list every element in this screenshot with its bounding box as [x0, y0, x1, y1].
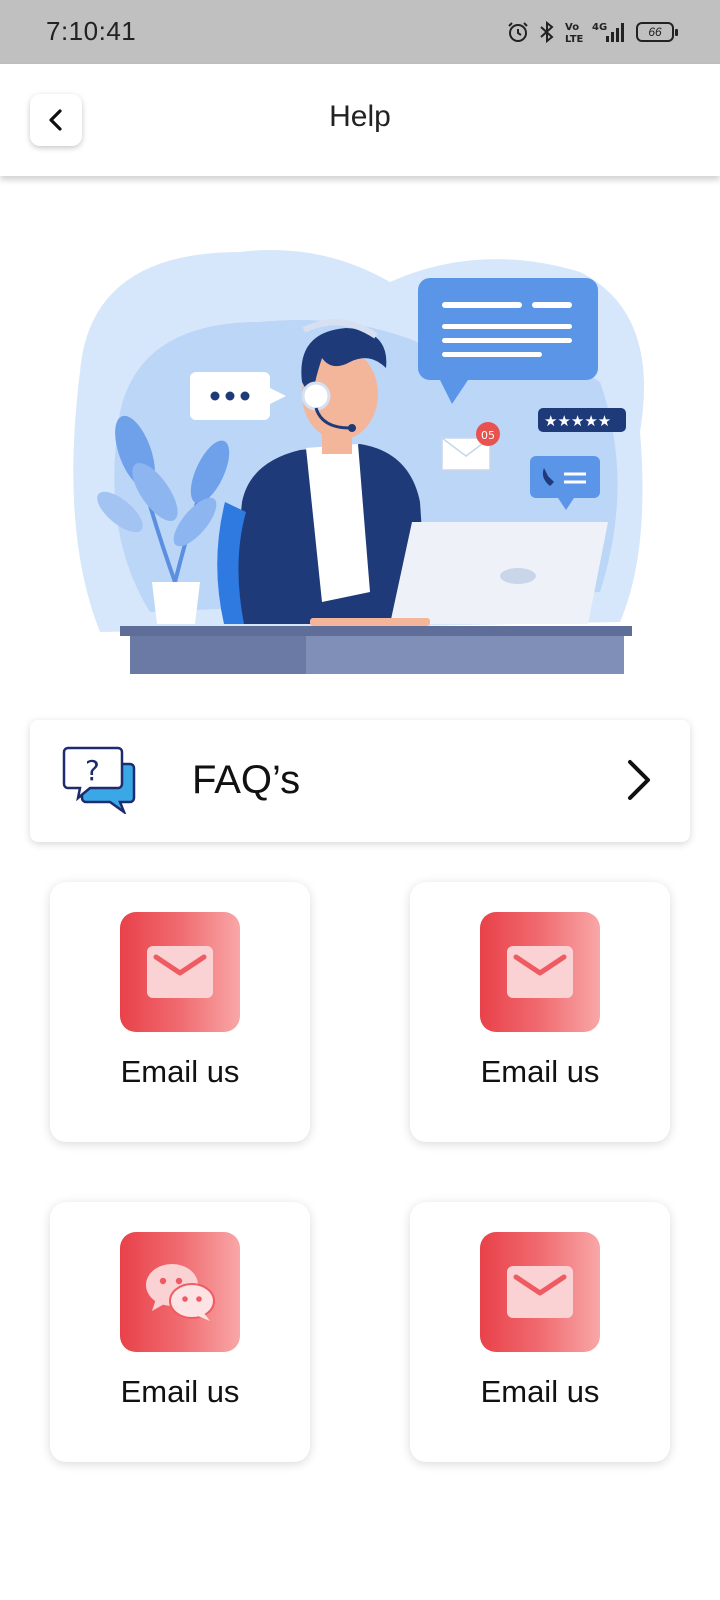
faq-label: FAQ’s	[192, 758, 301, 802]
faq-chat-bubbles-icon: ?	[62, 746, 136, 814]
notification-badge-count: 05	[481, 429, 495, 442]
app-bar: Help	[0, 64, 720, 176]
signal-4g-icon: 4G	[592, 22, 624, 42]
mail-icon-tile	[120, 912, 240, 1032]
email-us-card[interactable]: Email us	[410, 1202, 670, 1462]
mail-icon-tile	[480, 1232, 600, 1352]
mail-icon-tile	[480, 912, 600, 1032]
mail-icon	[147, 946, 213, 998]
alarm-icon	[508, 22, 528, 42]
status-time: 7:10:41	[46, 16, 137, 46]
back-button[interactable]	[30, 94, 82, 146]
email-us-label: Email us	[480, 1054, 600, 1089]
status-icons: Vo LTE 4G 66	[506, 18, 678, 46]
email-us-label: Email us	[120, 1054, 240, 1089]
bluetooth-icon	[540, 20, 554, 44]
chevron-left-icon	[49, 109, 62, 131]
customer-support-agent-illustration: ★★★★★ 05	[73, 250, 645, 674]
chat-us-card[interactable]: Email us	[50, 1202, 310, 1462]
email-us-card[interactable]: Email us	[410, 882, 670, 1142]
page-title: Help	[329, 100, 391, 133]
volte-icon: Vo LTE	[565, 22, 584, 44]
chevron-right-icon	[628, 760, 650, 800]
chat-us-label: Email us	[120, 1374, 240, 1409]
battery-icon: 66	[636, 22, 678, 42]
hero-illustration: ★★★★★ 05	[60, 232, 660, 692]
mail-icon	[507, 1266, 573, 1318]
faq-row[interactable]: ? FAQ’s	[30, 720, 690, 842]
mail-icon	[507, 946, 573, 998]
email-us-label: Email us	[480, 1374, 600, 1409]
svg-text:★★★★★: ★★★★★	[544, 412, 611, 430]
svg-text:?: ?	[85, 754, 100, 787]
battery-level: 66	[648, 25, 662, 39]
svg-text:4G: 4G	[592, 22, 607, 33]
svg-text:LTE: LTE	[565, 34, 584, 44]
chat-icon-tile	[120, 1232, 240, 1352]
svg-text:Vo: Vo	[565, 22, 579, 33]
chat-icon	[146, 1264, 215, 1321]
status-bar: 7:10:41 Vo LTE 4G 66	[0, 0, 720, 64]
email-us-card[interactable]: Email us	[50, 882, 310, 1142]
